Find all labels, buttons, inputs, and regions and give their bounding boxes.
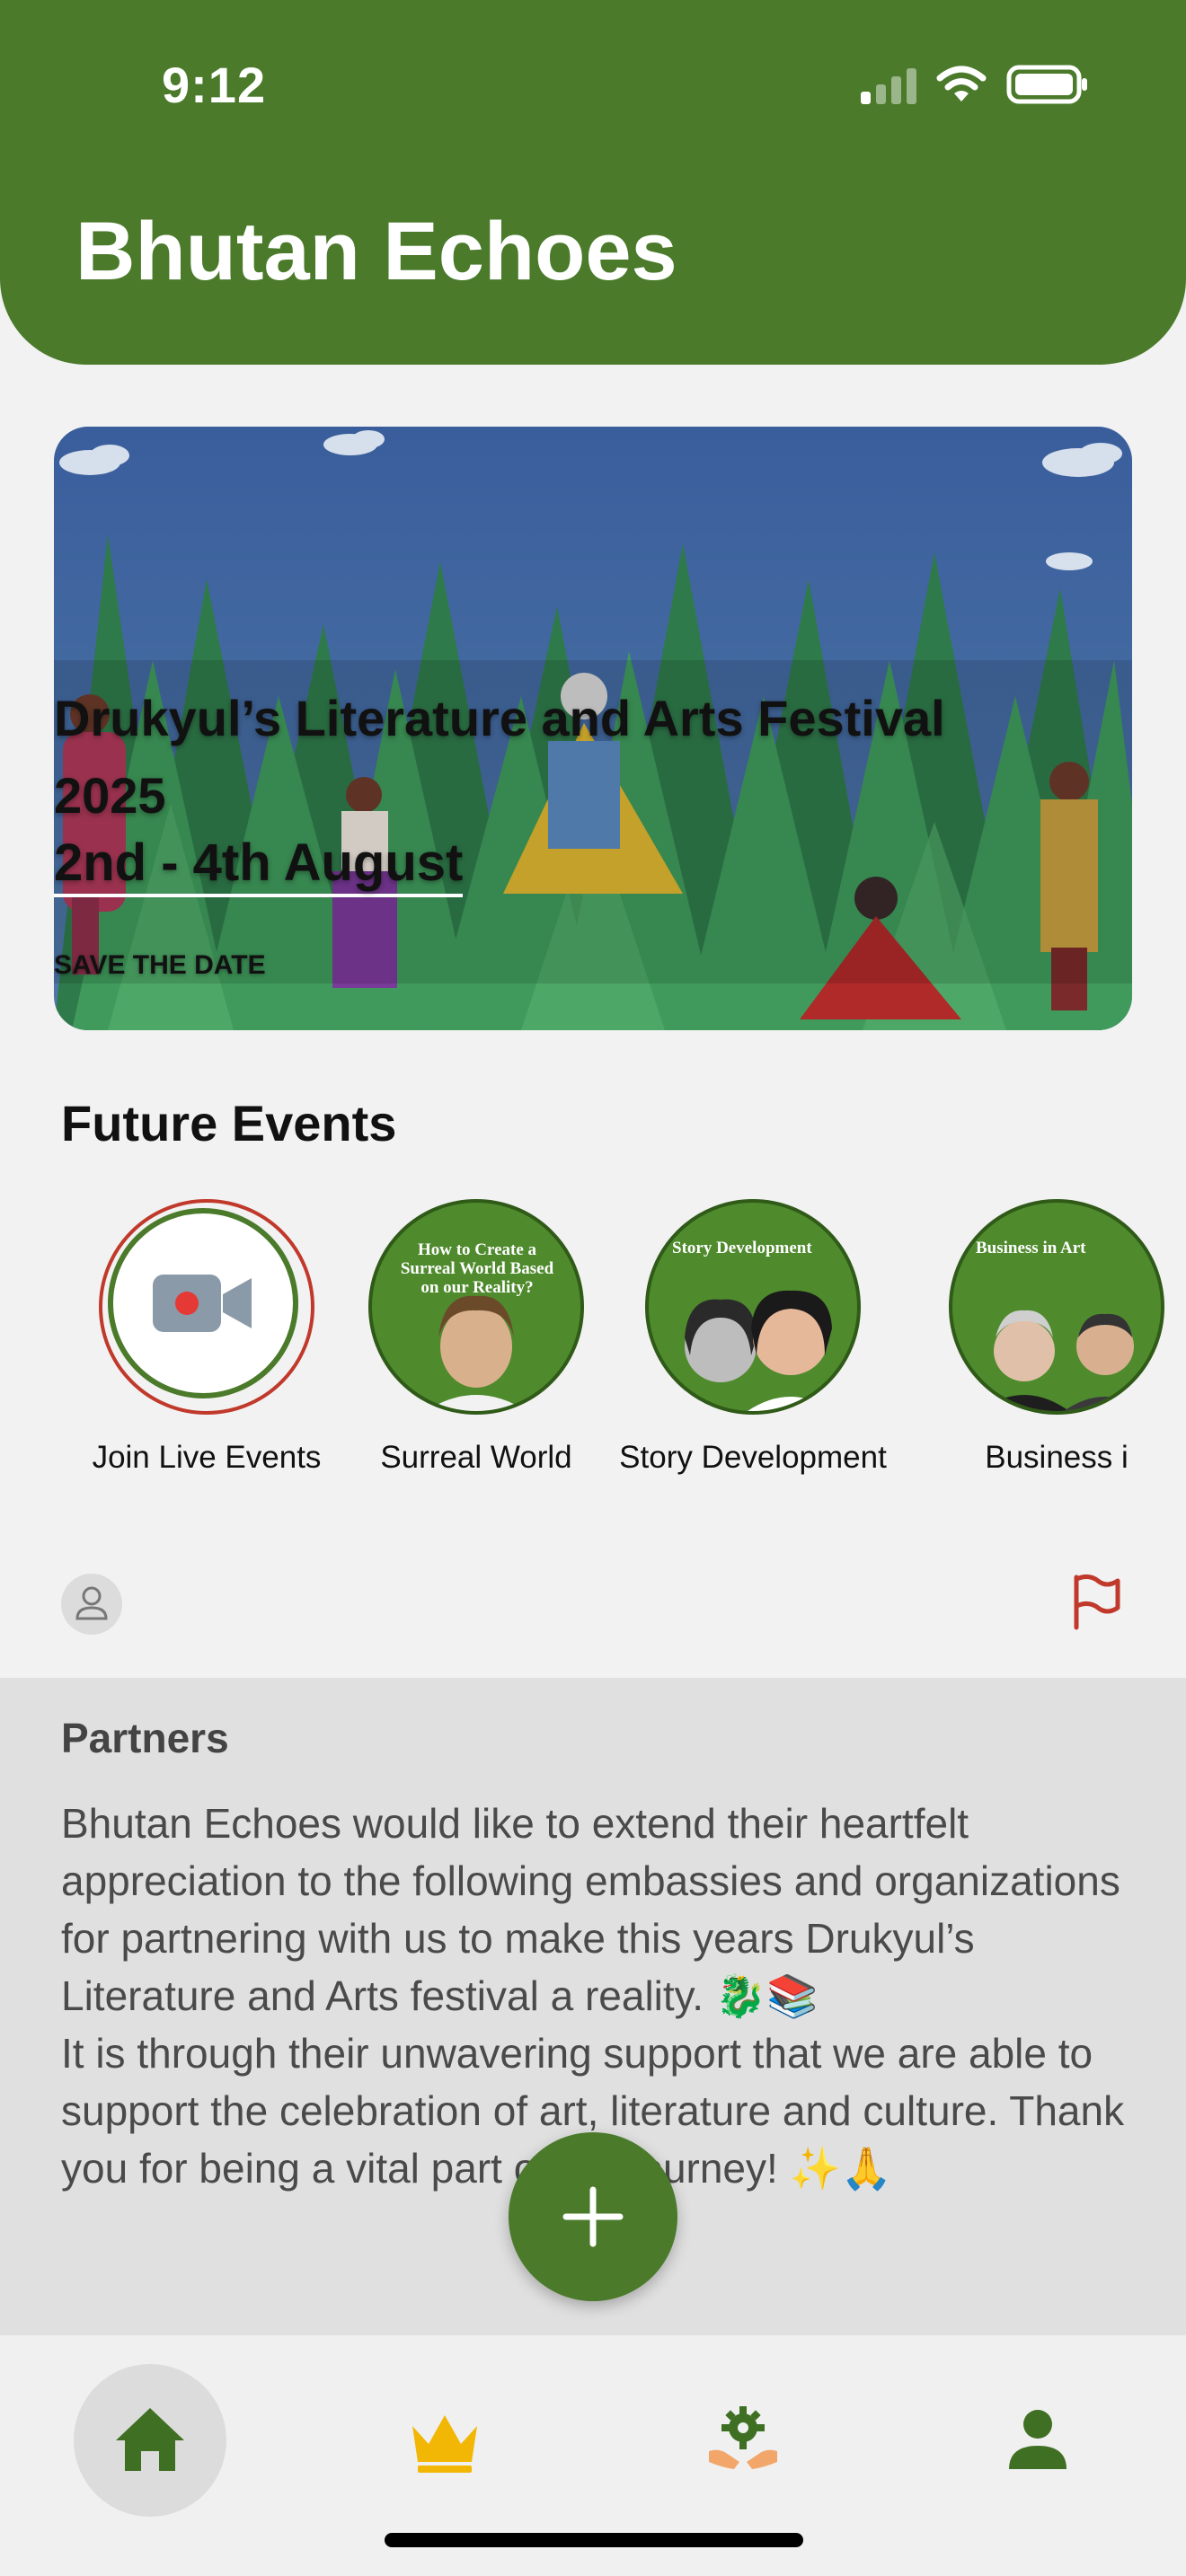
status-time: 9:12 xyxy=(162,57,267,113)
plus-icon xyxy=(562,2186,624,2247)
home-icon xyxy=(116,2408,184,2471)
event-label: Join Live Events xyxy=(92,1440,322,1475)
person-outline-icon xyxy=(75,1586,108,1620)
event-thumbnail: Business in Art xyxy=(949,1199,1164,1415)
speakers-portrait xyxy=(685,1290,834,1411)
hands-gear-icon xyxy=(709,2406,777,2469)
crown-icon xyxy=(412,2415,477,2473)
nav-home[interactable] xyxy=(74,2364,226,2517)
report-flag-icon[interactable] xyxy=(1067,1572,1125,1631)
nav-premium[interactable] xyxy=(368,2364,521,2517)
event-join-live[interactable]: Join Live Events xyxy=(72,1199,341,1476)
home-indicator xyxy=(385,2533,803,2547)
event-thumbnail: How to Create a Surreal World Based on o… xyxy=(368,1199,584,1415)
event-label: Surreal World xyxy=(380,1440,572,1475)
banner-dates-text: 2nd - 4th August xyxy=(54,834,464,897)
video-camera-icon xyxy=(153,1275,252,1332)
create-post-button[interactable] xyxy=(509,2132,677,2301)
status-icons xyxy=(861,65,1089,104)
speaker-portrait xyxy=(426,1295,527,1411)
future-events-title: Future Events xyxy=(61,1095,397,1151)
event-surreal-world-circle[interactable]: How to Create a Surreal World Based on o… xyxy=(368,1199,584,1415)
battery-icon xyxy=(1006,65,1087,104)
person-icon xyxy=(1009,2410,1067,2469)
post-author-avatar[interactable] xyxy=(61,1574,122,1635)
event-thumbnail: Story Development xyxy=(645,1199,861,1415)
cellular-signal-icon xyxy=(861,65,916,104)
post-title: Partners xyxy=(61,1715,229,1761)
live-inner xyxy=(108,1208,298,1398)
wifi-icon xyxy=(936,66,987,101)
future-events-carousel[interactable]: Join Live Events How to Create a Surreal… xyxy=(0,1199,1186,1486)
app-header: 9:12 Bhutan Echoes xyxy=(0,0,1186,365)
banner-title-line1: Drukyul’s Literature and Arts Festival xyxy=(54,690,945,746)
festival-banner[interactable]: Drukyul’s Literature and Arts Festival 2… xyxy=(54,427,1132,1030)
event-surreal-world[interactable]: How to Create a Surreal World Based on o… xyxy=(341,1199,611,1476)
app-title: Bhutan Echoes xyxy=(75,206,677,297)
banner-dates: 2nd - 4th August xyxy=(54,833,1132,897)
event-label: Story Development xyxy=(619,1440,887,1475)
event-business-in-art-circle[interactable]: Business in Art xyxy=(949,1199,1164,1415)
event-story-development[interactable]: Story Development Story Development xyxy=(618,1199,888,1476)
nav-community[interactable] xyxy=(667,2364,819,2517)
post-paragraph: Bhutan Echoes would like to extend their… xyxy=(61,1800,1120,2019)
event-join-live-circle[interactable] xyxy=(99,1199,314,1415)
banner-save-the-date: SAVE THE DATE xyxy=(54,950,266,980)
speakers-portrait xyxy=(979,1310,1146,1411)
event-business-in-art[interactable]: Business in Art Business i xyxy=(922,1199,1186,1476)
banner-title: Drukyul’s Literature and Arts Festival 2… xyxy=(54,680,1132,834)
event-label: Business i xyxy=(985,1440,1128,1475)
nav-profile[interactable] xyxy=(961,2364,1114,2517)
banner-title-line2: 2025 xyxy=(54,767,166,824)
event-story-development-circle[interactable]: Story Development xyxy=(645,1199,861,1415)
